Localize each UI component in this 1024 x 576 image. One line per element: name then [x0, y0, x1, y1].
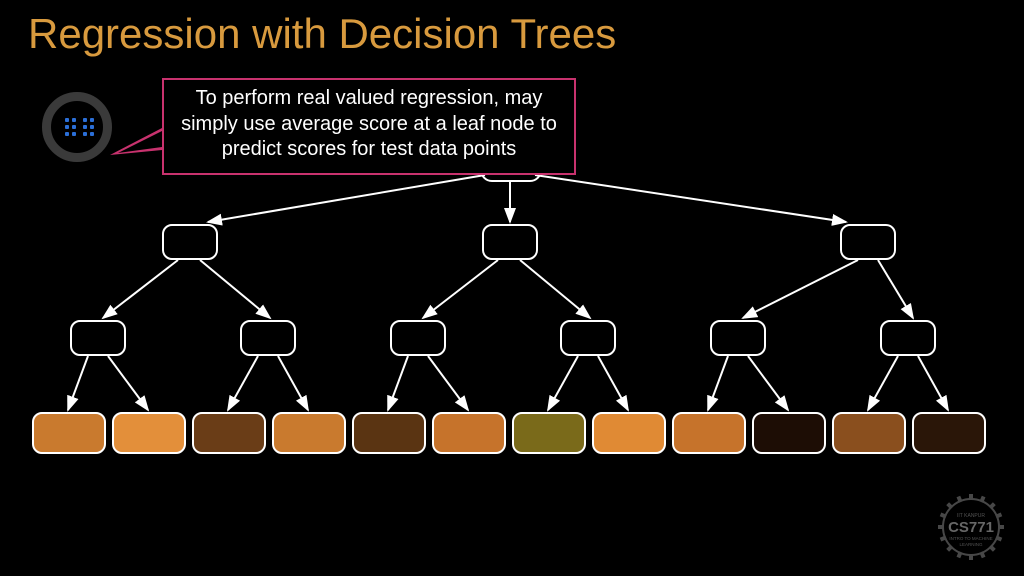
speech-callout: To perform real valued regression, may s… — [162, 78, 576, 175]
